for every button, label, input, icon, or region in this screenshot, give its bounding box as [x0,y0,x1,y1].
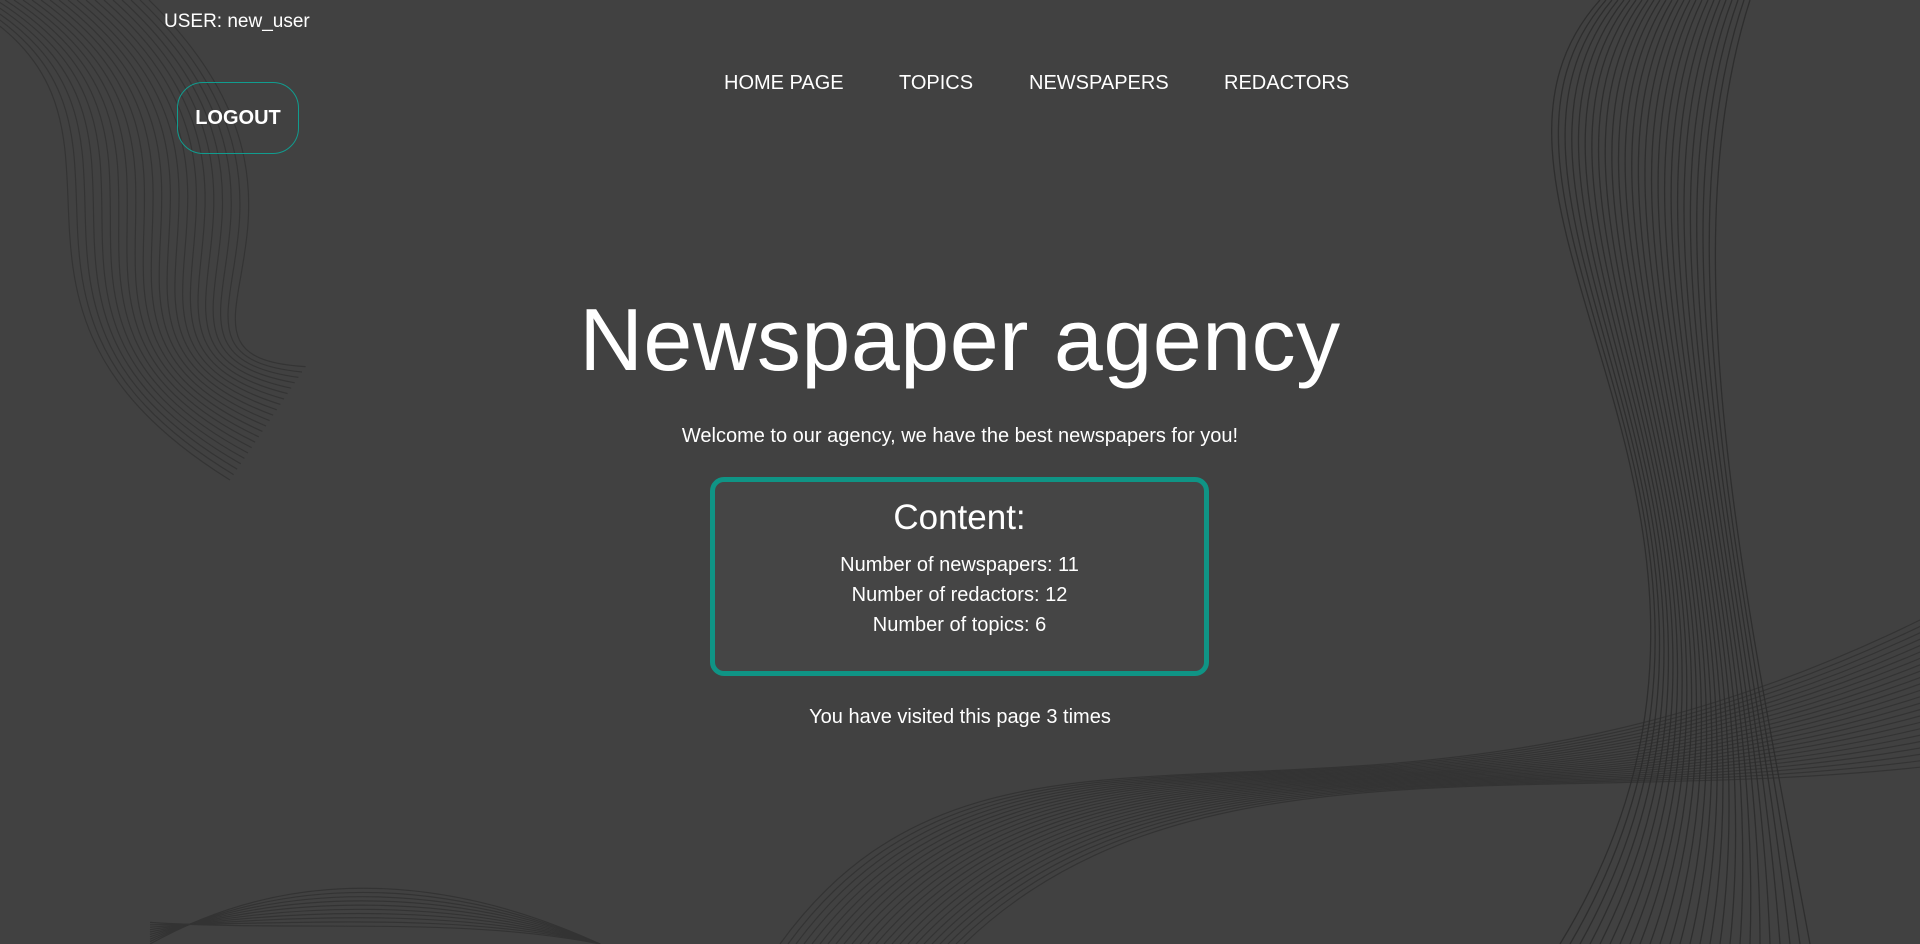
content-title: Content: [893,498,1026,537]
content-stats: Number of newspapers: 11 Number of redac… [715,550,1204,640]
topics-count: Number of topics: 6 [872,614,1047,636]
page: USER: new_user LOGOUT HOME PAGE TOPICS N… [0,0,1920,944]
nav-topics[interactable]: TOPICS [899,70,973,96]
welcome-text: Welcome to our agency, we have the best … [681,425,1239,447]
page-title: Newspaper agency [579,290,1341,389]
visit-counter-text: You have visited this page 3 times [809,706,1111,728]
content-summary-box: Content: Number of newspapers: 11 Number… [710,477,1209,676]
current-user-label: USER: new_user [164,11,310,32]
logout-button[interactable]: LOGOUT [177,82,299,154]
nav-home-page[interactable]: HOME PAGE [724,70,844,96]
redactors-count: Number of redactors: 12 [851,584,1068,606]
nav-redactors[interactable]: REDACTORS [1224,70,1349,96]
newspapers-count: Number of newspapers: 11 [840,554,1079,576]
nav-newspapers[interactable]: NEWSPAPERS [1029,70,1169,96]
